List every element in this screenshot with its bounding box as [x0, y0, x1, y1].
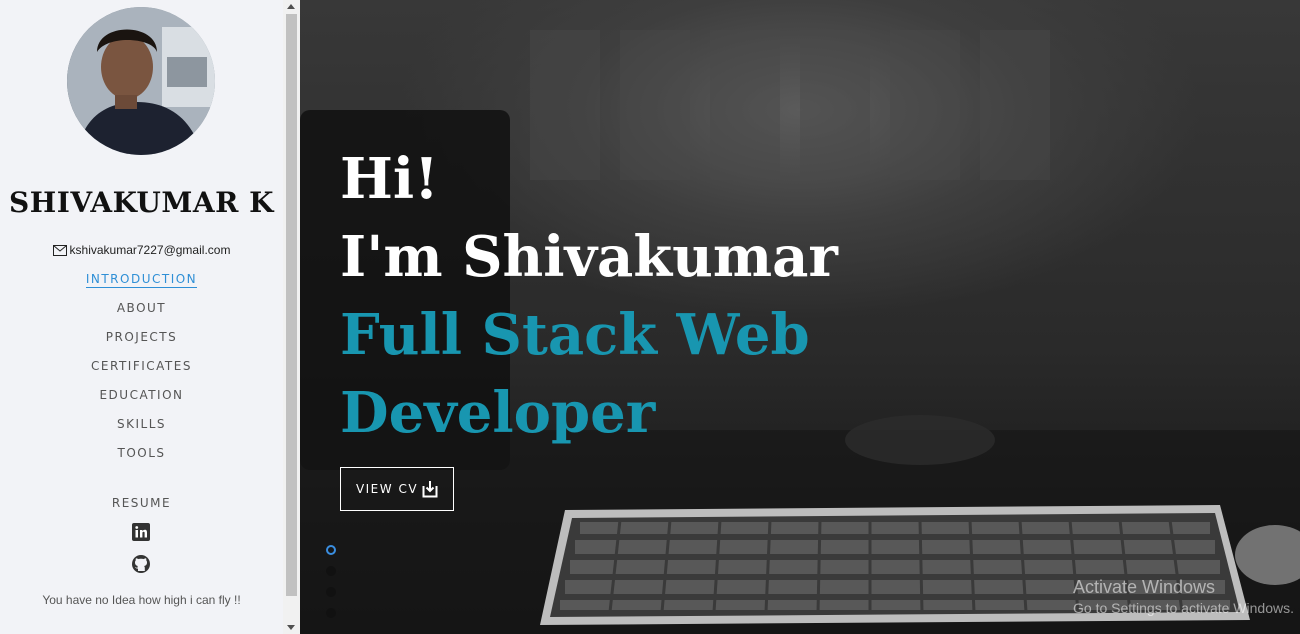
hero-role-line-2: Developer — [340, 380, 656, 446]
carousel-dot[interactable] — [326, 608, 336, 618]
watermark-subtitle: Go to Settings to activate Windows. — [1073, 600, 1294, 616]
tagline: You have no Idea how high i can fly !! — [42, 593, 241, 607]
nav-item-certificates[interactable]: CERTIFICATES — [91, 359, 192, 374]
carousel-indicators — [326, 545, 336, 629]
resume-link[interactable]: RESUME — [0, 496, 283, 510]
hero-name-line: I'm Shivakumar — [340, 224, 838, 290]
nav-item-projects[interactable]: PROJECTS — [106, 330, 177, 345]
nav-item-tools[interactable]: TOOLS — [117, 446, 165, 461]
scroll-down-icon[interactable] — [287, 625, 295, 630]
hero-heading: Hi! I'm Shivakumar Full Stack Web Develo… — [340, 140, 838, 452]
nav-item-skills[interactable]: SKILLS — [117, 417, 166, 432]
carousel-dot[interactable] — [326, 587, 336, 597]
nav-item-introduction[interactable]: INTRODUCTION — [85, 272, 198, 288]
view-cv-label: VIEW CV — [355, 482, 419, 496]
scroll-thumb[interactable] — [286, 14, 297, 596]
watermark-title: Activate Windows — [1073, 577, 1216, 597]
carousel-dot[interactable] — [326, 545, 336, 555]
avatar — [67, 7, 215, 155]
email-text[interactable]: kshivakumar7227@gmail.com — [70, 243, 231, 257]
linkedin-icon[interactable] — [131, 522, 151, 542]
sidebar-nav: INTRODUCTION ABOUT PROJECTS CERTIFICATES… — [0, 265, 283, 468]
hero-role-line-1: Full Stack Web — [340, 302, 810, 368]
view-cv-button[interactable]: VIEW CV — [340, 467, 454, 511]
email-row: kshivakumar7227@gmail.com — [0, 243, 283, 257]
nav-item-about[interactable]: ABOUT — [117, 301, 166, 316]
download-icon — [422, 481, 438, 498]
sidebar-scrollbar[interactable] — [283, 0, 300, 634]
carousel-dot[interactable] — [326, 566, 336, 576]
profile-name: SHIVAKUMAR K — [9, 186, 274, 219]
scroll-up-icon[interactable] — [287, 4, 295, 9]
nav-item-education[interactable]: EDUCATION — [99, 388, 183, 403]
profile-photo — [67, 7, 215, 155]
sidebar: SHIVAKUMAR K kshivakumar7227@gmail.com I… — [0, 0, 283, 634]
github-icon[interactable] — [131, 554, 151, 574]
hero-greeting: Hi! — [340, 146, 439, 212]
hero-section: Hi! I'm Shivakumar Full Stack Web Develo… — [300, 0, 1300, 634]
windows-activation-watermark: Activate Windows Go to Settings to activ… — [1073, 577, 1294, 616]
envelope-icon — [52, 244, 67, 256]
